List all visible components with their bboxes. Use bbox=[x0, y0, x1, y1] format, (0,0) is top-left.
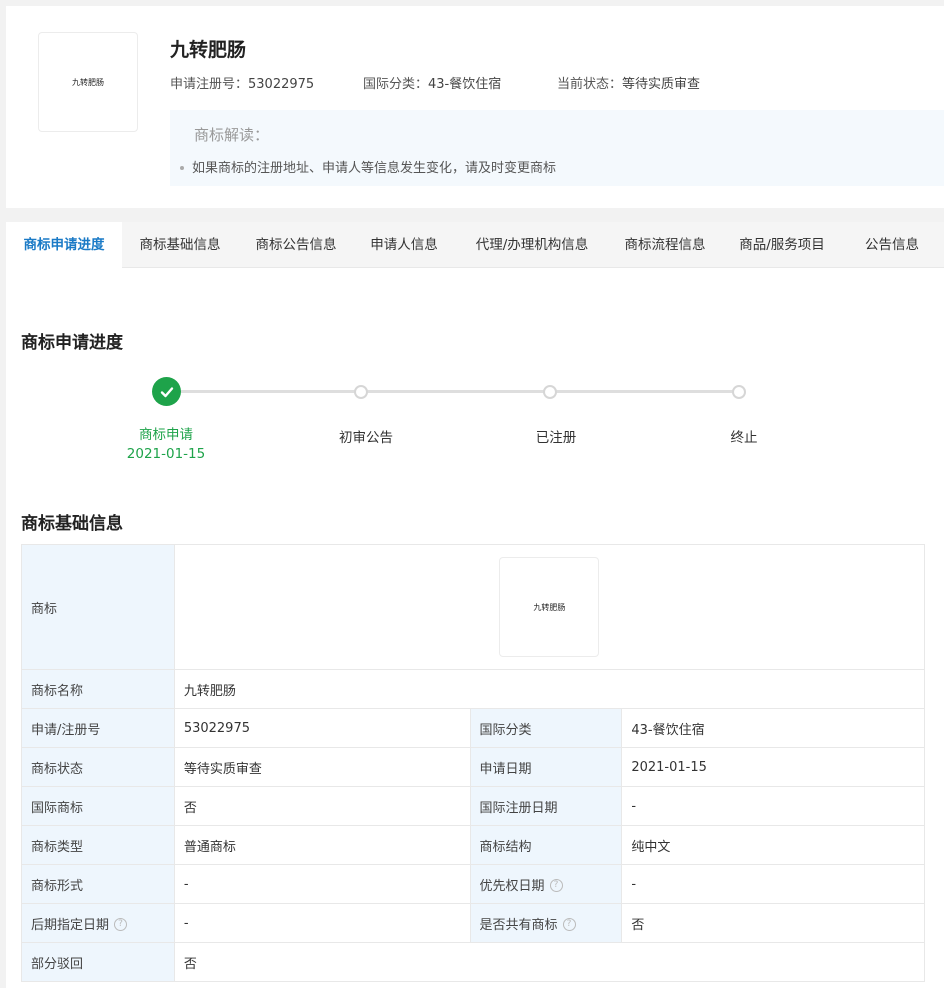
table-row: 后期指定日期? - 是否共有商标? 否 bbox=[21, 903, 925, 943]
table-row: 部分驳回 否 bbox=[21, 942, 926, 982]
row-label: 申请/注册号 bbox=[21, 708, 175, 748]
class-meta: 国际分类：43-餐饮住宿 bbox=[363, 73, 501, 92]
row-value: - bbox=[173, 864, 471, 904]
trademark-header-card: 九转肥肠 九转肥肠 申请注册号：53022975 国际分类：43-餐饮住宿 当前… bbox=[6, 6, 944, 208]
name-value: 九转肥肠 bbox=[173, 669, 926, 709]
name-label: 商标名称 bbox=[21, 669, 175, 709]
table-row: 商标 九转肥肠 bbox=[21, 544, 926, 670]
logo-row-value: 九转肥肠 bbox=[173, 544, 926, 670]
row-label-with-help: 优先权日期? bbox=[469, 864, 623, 904]
tab-notice-info[interactable]: 公告信息 bbox=[844, 222, 940, 268]
tab-announcement-info[interactable]: 商标公告信息 bbox=[238, 222, 354, 268]
check-icon bbox=[160, 386, 173, 397]
trademark-image: 九转肥肠 bbox=[499, 557, 600, 657]
progress-track bbox=[166, 390, 740, 393]
row-label: 商标形式 bbox=[21, 864, 175, 904]
table-row: 申请/注册号 53022975 国际分类 43-餐饮住宿 bbox=[21, 708, 925, 748]
interpretation-item: 如果商标的注册地址、申请人等信息发生变化，请及时变更商标 bbox=[180, 157, 556, 176]
trademark-image-text: 九转肥肠 bbox=[533, 602, 566, 612]
tab-process-info[interactable]: 商标流程信息 bbox=[610, 222, 720, 268]
class-value: 43-餐饮住宿 bbox=[428, 77, 502, 92]
status-meta: 当前状态：等待实质审查 bbox=[557, 73, 700, 92]
reg-no-meta: 申请注册号：53022975 bbox=[170, 73, 314, 92]
row-label: 国际商标 bbox=[21, 786, 175, 826]
basic-info-table: 商标 九转肥肠 商标名称 九转肥肠 申请/注册号 53022975 国际分类 4… bbox=[21, 544, 926, 982]
table-row: 商标状态 等待实质审查 申请日期 2021-01-15 bbox=[21, 747, 925, 787]
row-value: 53022975 bbox=[173, 708, 471, 748]
row-label-text: 后期指定日期 bbox=[31, 917, 110, 933]
step-completed-node bbox=[152, 377, 181, 406]
table-row: 商标名称 九转肥肠 bbox=[21, 669, 926, 709]
row-label: 国际注册日期 bbox=[469, 786, 623, 826]
row-value: 43-餐饮住宿 bbox=[621, 708, 925, 748]
row-value: 否 bbox=[173, 786, 471, 826]
row-label: 申请日期 bbox=[469, 747, 623, 787]
progress-section-title: 商标申请进度 bbox=[21, 333, 123, 353]
step-label-registered: 已注册 bbox=[535, 430, 577, 446]
row-value: 普通商标 bbox=[173, 825, 471, 865]
step-label-application: 商标申请 bbox=[139, 427, 193, 443]
row-label-with-help: 是否共有商标? bbox=[469, 903, 623, 943]
row-label: 商标类型 bbox=[21, 825, 175, 865]
row-value: - bbox=[621, 864, 925, 904]
row-label-text: 优先权日期 bbox=[479, 878, 545, 894]
step-node-terminated bbox=[732, 385, 746, 399]
step-date-application: 2021-01-15 bbox=[126, 446, 206, 462]
trademark-title: 九转肥肠 bbox=[170, 39, 247, 61]
trademark-detail-card: 商标申请进度 商标基础信息 商标公告信息 申请人信息 代理/办理机构信息 商标流… bbox=[6, 222, 944, 988]
row-label: 商标结构 bbox=[469, 825, 623, 865]
partial-reject-label: 部分驳回 bbox=[21, 942, 175, 982]
tab-applicant-info[interactable]: 申请人信息 bbox=[354, 222, 454, 268]
row-value: 纯中文 bbox=[621, 825, 925, 865]
reg-no-label: 申请注册号： bbox=[170, 77, 249, 92]
row-value: 否 bbox=[621, 903, 925, 943]
step-node-preliminary bbox=[354, 385, 368, 399]
help-icon[interactable]: ? bbox=[549, 878, 563, 892]
tab-basic-info[interactable]: 商标基础信息 bbox=[122, 222, 238, 268]
tab-agency-info[interactable]: 代理/办理机构信息 bbox=[454, 222, 610, 268]
row-value: 等待实质审查 bbox=[173, 747, 471, 787]
row-label-text: 是否共有商标 bbox=[479, 917, 558, 933]
row-value: - bbox=[173, 903, 471, 943]
table-row: 商标类型 普通商标 商标结构 纯中文 bbox=[21, 825, 925, 865]
tab-bar: 商标申请进度 商标基础信息 商标公告信息 申请人信息 代理/办理机构信息 商标流… bbox=[6, 222, 944, 269]
trademark-interpretation: 商标解读： 如果商标的注册地址、申请人等信息发生变化，请及时变更商标 bbox=[170, 110, 944, 186]
row-value: 2021-01-15 bbox=[621, 747, 925, 787]
help-icon[interactable]: ? bbox=[114, 917, 128, 931]
bullet-icon bbox=[180, 165, 184, 170]
trademark-logo: 九转肥肠 bbox=[38, 32, 138, 132]
row-value: - bbox=[621, 786, 925, 826]
class-label: 国际分类： bbox=[363, 77, 429, 92]
basic-section-title: 商标基础信息 bbox=[21, 514, 123, 534]
tab-application-progress[interactable]: 商标申请进度 bbox=[6, 222, 122, 269]
step-label-terminated: 终止 bbox=[730, 430, 758, 446]
reg-no-value: 53022975 bbox=[248, 77, 315, 92]
step-node-registered bbox=[543, 385, 557, 399]
tab-goods-services[interactable]: 商品/服务项目 bbox=[720, 222, 844, 268]
help-icon[interactable]: ? bbox=[562, 917, 576, 931]
status-value: 等待实质审查 bbox=[622, 77, 701, 92]
step-label-preliminary: 初审公告 bbox=[339, 430, 393, 446]
table-row: 国际商标 否 国际注册日期 - bbox=[21, 786, 925, 826]
logo-row-label: 商标 bbox=[21, 544, 175, 670]
row-label: 国际分类 bbox=[469, 708, 623, 748]
row-label: 商标状态 bbox=[21, 747, 175, 787]
row-label-with-help: 后期指定日期? bbox=[21, 903, 175, 943]
partial-reject-value: 否 bbox=[173, 942, 926, 982]
interpretation-text: 如果商标的注册地址、申请人等信息发生变化，请及时变更商标 bbox=[192, 161, 557, 176]
status-label: 当前状态： bbox=[557, 77, 623, 92]
table-row: 商标形式 - 优先权日期? - bbox=[21, 864, 925, 904]
interpretation-title: 商标解读： bbox=[194, 126, 270, 144]
trademark-logo-text: 九转肥肠 bbox=[72, 77, 104, 87]
